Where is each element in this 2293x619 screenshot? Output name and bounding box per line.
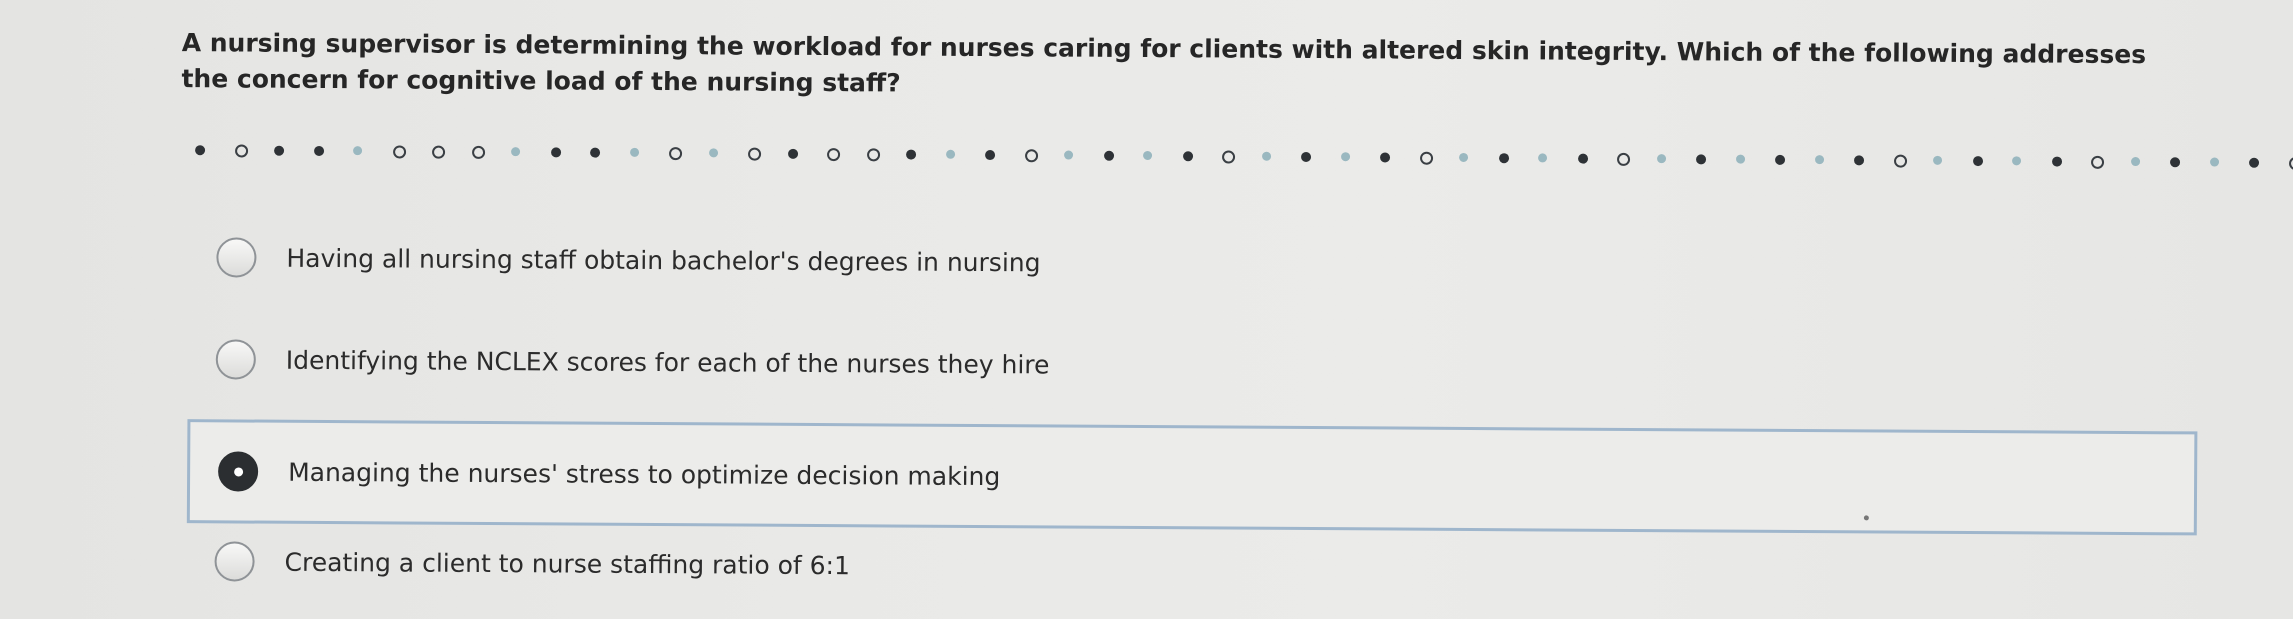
separator-dot xyxy=(1064,150,1074,160)
separator-dot xyxy=(195,145,206,156)
separator-dot xyxy=(709,148,719,158)
separator-dot xyxy=(432,145,446,159)
question-text: A nursing supervisor is determining the … xyxy=(181,28,2147,98)
decorative-speck xyxy=(1863,515,1869,521)
separator-dot xyxy=(2091,155,2105,169)
separator-dot xyxy=(1341,152,1351,162)
separator-dot xyxy=(1104,150,1115,161)
separator-dot xyxy=(748,147,762,161)
separator-dot xyxy=(1538,153,1548,163)
separator-dot xyxy=(2289,156,2293,171)
answer-option-label: Creating a client to nurse staffing rati… xyxy=(284,547,851,580)
separator-dot xyxy=(827,148,841,162)
separator-dot xyxy=(1301,151,1312,163)
answer-option-label: Identifying the NCLEX scores for each of… xyxy=(285,345,1050,379)
separator-dot xyxy=(1617,152,1631,166)
answer-option-1[interactable]: Having all nursing staff obtain bachelor… xyxy=(188,217,2198,309)
separator-dot xyxy=(1815,155,1825,165)
separator-dot xyxy=(551,147,562,158)
separator-dot xyxy=(1183,151,1194,162)
separator-dot xyxy=(1222,150,1236,164)
separator-dot xyxy=(2170,157,2181,168)
separator-dot xyxy=(1578,153,1589,164)
separator-dot xyxy=(393,145,407,159)
separator-dot xyxy=(1262,151,1272,161)
separator-dot xyxy=(1420,151,1434,165)
separator-dot xyxy=(2052,156,2063,167)
separator-dot xyxy=(2210,157,2220,167)
separator-dot xyxy=(985,150,996,161)
separator-dot xyxy=(235,144,249,158)
separator-dot xyxy=(1459,152,1469,162)
separator-dot xyxy=(590,147,601,158)
radio-button-unselected-icon[interactable] xyxy=(216,237,257,278)
separator-dot xyxy=(1499,153,1510,164)
separator-dot xyxy=(472,145,486,159)
separator-dot xyxy=(1380,152,1391,163)
separator-dot xyxy=(946,149,956,159)
separator-dot xyxy=(1696,154,1707,165)
radio-button-selected-icon[interactable] xyxy=(218,451,259,492)
radio-button-unselected-icon[interactable] xyxy=(214,541,255,582)
separator-dot xyxy=(2012,156,2022,166)
separator-dot xyxy=(1143,150,1153,161)
quiz-page: A nursing supervisor is determining the … xyxy=(0,0,2293,618)
separator-dot xyxy=(1775,154,1786,165)
answer-option-label: Managing the nurses' stress to optimize … xyxy=(288,457,1001,491)
separator-dot xyxy=(1657,154,1667,164)
separator-dot xyxy=(1025,149,1039,163)
separator-dot xyxy=(274,145,285,156)
answer-option-4[interactable]: Creating a client to nurse staffing rati… xyxy=(186,521,2196,613)
separator-dot xyxy=(1973,156,1984,167)
separator-dot xyxy=(353,146,363,156)
separator-dot xyxy=(1894,154,1908,168)
separator-dot xyxy=(867,148,881,162)
separator-dot xyxy=(630,147,640,157)
separator-dot xyxy=(669,147,683,161)
answer-option-label: Having all nursing staff obtain bachelor… xyxy=(286,243,1041,277)
dotted-separator xyxy=(195,135,2293,177)
separator-dot xyxy=(788,148,799,159)
separator-dot xyxy=(1933,155,1943,165)
separator-dot xyxy=(511,147,521,157)
separator-dot xyxy=(1736,154,1746,164)
separator-dot xyxy=(2249,157,2260,168)
separator-dot xyxy=(906,149,917,160)
separator-dot xyxy=(1854,155,1865,166)
answer-option-3-selected[interactable]: Managing the nurses' stress to optimize … xyxy=(186,419,2198,536)
separator-dot xyxy=(314,145,325,156)
answer-option-2[interactable]: Identifying the NCLEX scores for each of… xyxy=(188,319,2198,411)
radio-button-unselected-icon[interactable] xyxy=(215,339,256,380)
separator-dot xyxy=(2131,157,2141,167)
